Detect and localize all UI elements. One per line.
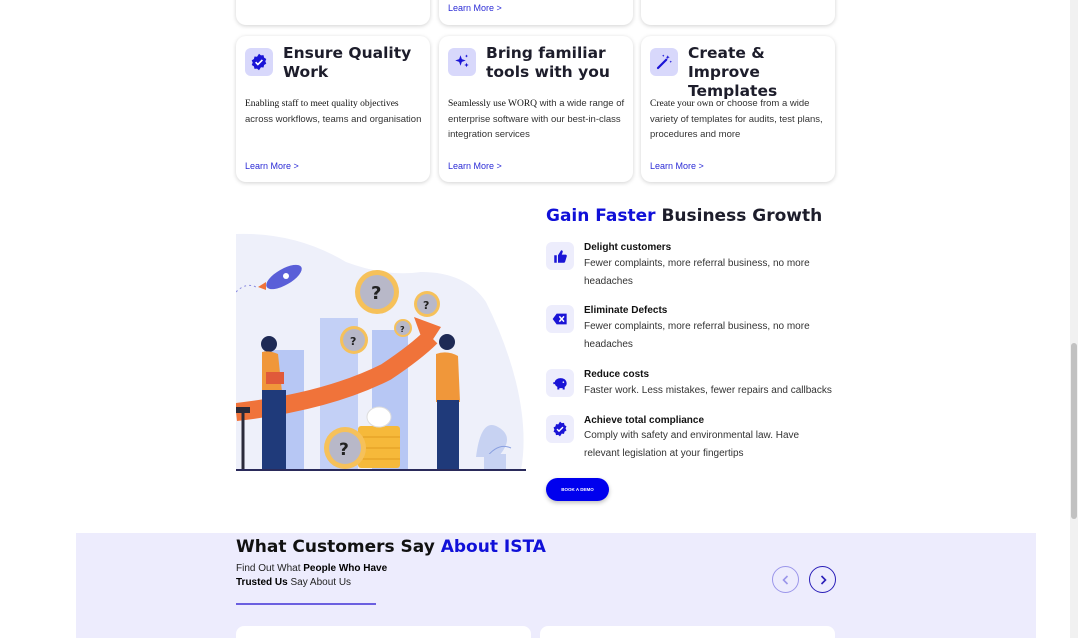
svg-text:?: ? [400, 325, 405, 334]
svg-text:?: ? [423, 299, 429, 312]
carousel-prev-button[interactable] [772, 566, 799, 593]
scrollbar-thumb[interactable] [1071, 343, 1077, 519]
piggy-bank-icon [546, 369, 574, 397]
card-description: Enabling staff to meet quality objective… [245, 99, 422, 125]
magic-wand-icon [650, 48, 678, 76]
feature-description: Fewer complaints, more referral business… [584, 258, 810, 287]
chevron-right-icon [820, 574, 827, 585]
verified-badge-icon [546, 415, 574, 443]
learn-more-link[interactable]: Learn More > [650, 161, 704, 171]
growth-section-title: Gain Faster Business Growth [546, 206, 823, 226]
feature-description: Fewer complaints, more referral business… [584, 321, 810, 350]
feature-title: Eliminate Defects [584, 305, 668, 316]
testimonial-card [540, 626, 835, 638]
feature-card-top-middle: Learn More > [439, 0, 633, 25]
feature-card-tools: Bring familiar tools with you Seamlessly… [439, 36, 633, 182]
card-title: Create & Improve Templates [688, 44, 778, 100]
page-scrollbar[interactable] [1070, 0, 1078, 638]
feature-card-top-left [236, 0, 430, 25]
business-growth-illustration: ? ? ? ? ? [236, 233, 526, 471]
card-description: Seamlessly use WORQ with a wide range of… [448, 98, 625, 140]
learn-more-link[interactable]: Learn More > [245, 161, 299, 171]
testimonials-subtitle: Find Out What People Who Have Trusted Us… [236, 563, 388, 588]
feature-title: Reduce costs [584, 369, 650, 380]
thumbs-up-icon [546, 242, 574, 270]
feature-description: Comply with safety and environmental law… [584, 430, 800, 459]
svg-text:?: ? [339, 440, 349, 460]
feature-title: Achieve total compliance [584, 415, 705, 426]
learn-more-link[interactable]: Learn More > [448, 3, 502, 13]
svg-text:?: ? [350, 335, 356, 348]
backspace-x-icon [546, 305, 574, 333]
feature-card-top-right [641, 0, 835, 25]
feature-description: Faster work. Less mistakes, fewer repair… [584, 385, 832, 396]
testimonials-section [76, 533, 1036, 638]
card-title: Bring familiar tools with you [486, 44, 610, 81]
feature-card-templates: Create & Improve Templates Create your o… [641, 36, 835, 182]
card-title: Ensure Quality Work [283, 44, 412, 81]
title-underline [236, 603, 376, 605]
carousel-next-button[interactable] [809, 566, 836, 593]
testimonial-card [236, 626, 531, 638]
sparkles-icon [448, 48, 476, 76]
learn-more-link[interactable]: Learn More > [448, 161, 502, 171]
feature-title: Delight customers [584, 242, 672, 253]
svg-text:?: ? [371, 283, 381, 304]
chevron-left-icon [781, 574, 788, 585]
book-demo-button[interactable]: BOOK A DEMO [546, 478, 609, 501]
feature-card-quality: Ensure Quality Work Enabling staff to me… [236, 36, 430, 182]
testimonials-title: What Customers Say About ISTA [236, 537, 546, 557]
verified-badge-icon [245, 48, 273, 76]
card-description: Create your own or choose from a wide va… [650, 98, 823, 140]
